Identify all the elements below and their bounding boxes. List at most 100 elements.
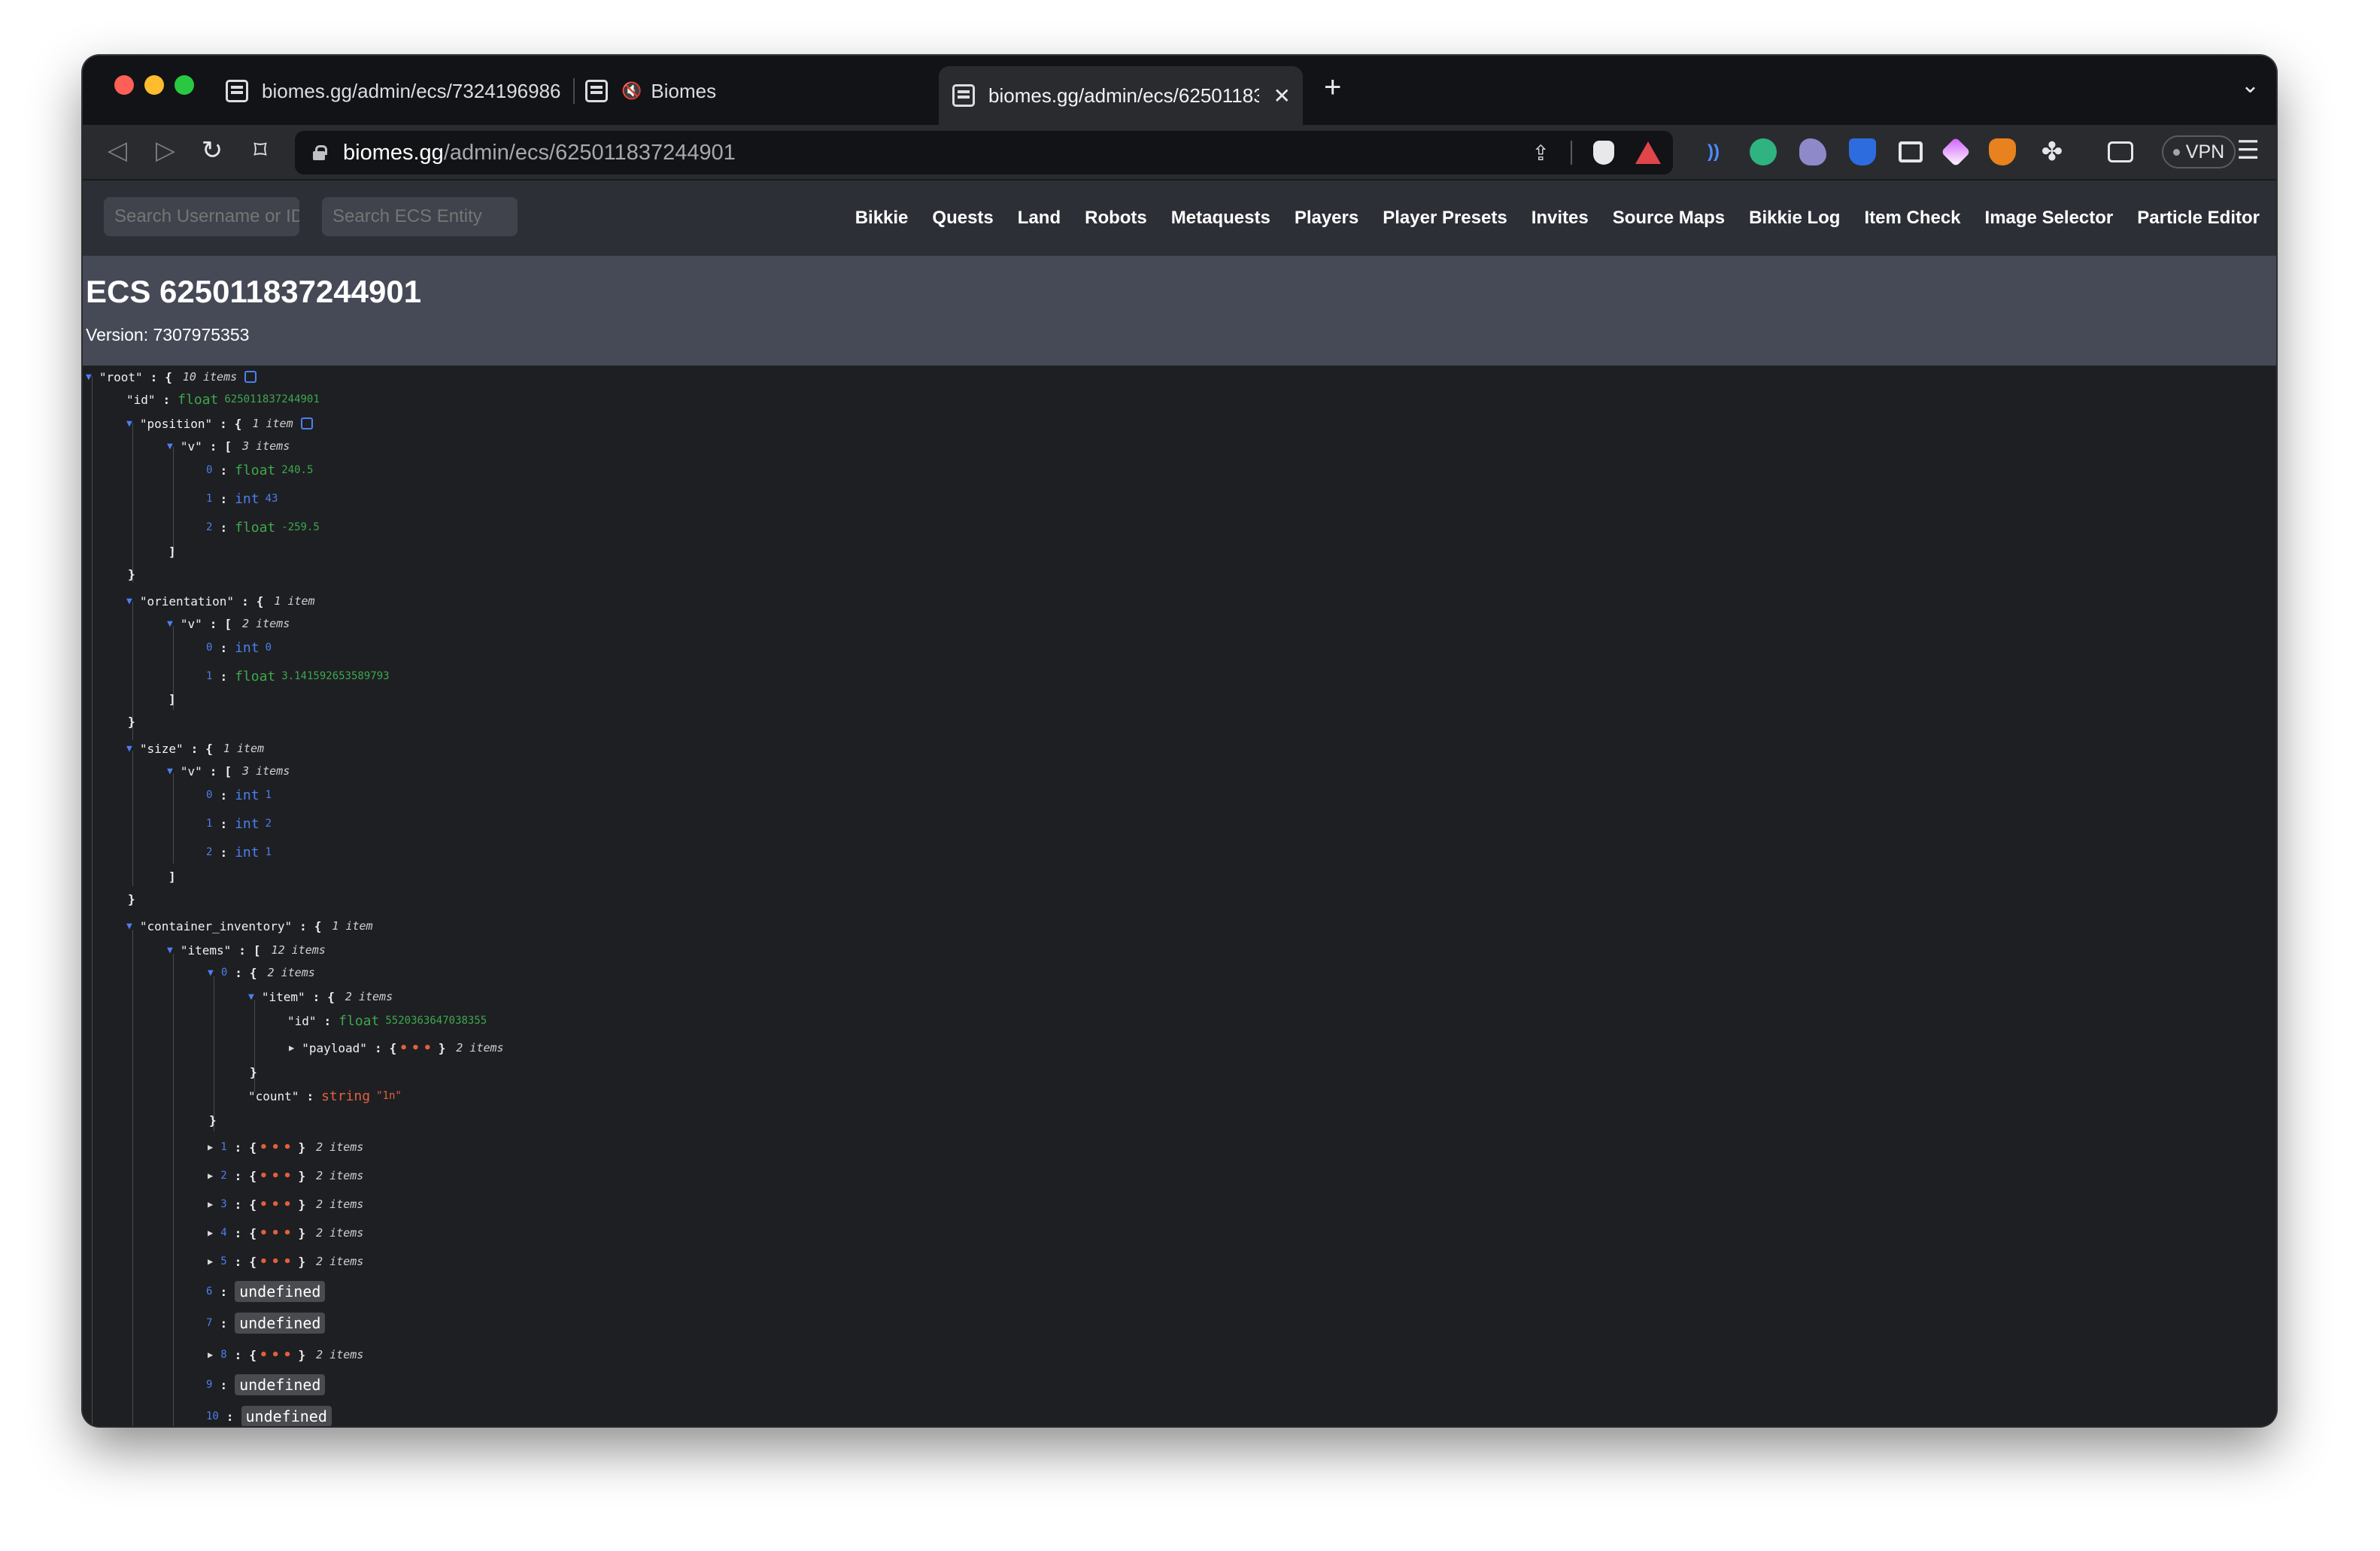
nav-quests[interactable]: Quests xyxy=(932,208,993,229)
gem-extension-icon[interactable] xyxy=(1941,137,1971,167)
ellipsis-icon[interactable]: ••• xyxy=(399,1040,436,1056)
vpn-button[interactable]: VPN xyxy=(2162,135,2236,168)
close-tab-icon[interactable]: ✕ xyxy=(1273,83,1291,108)
ellipsis-icon[interactable]: ••• xyxy=(260,1254,296,1270)
tree-value[interactable]: 240.5 xyxy=(281,464,313,476)
back-button[interactable]: ◁ xyxy=(101,135,134,165)
nav-bikkie-log[interactable]: Bikkie Log xyxy=(1749,208,1840,229)
tree-node-position[interactable]: ▼ "position" : { 1 item xyxy=(126,412,313,435)
tree-node-items[interactable]: ▼ "items" : [ 12 items xyxy=(167,939,326,961)
copy-icon[interactable] xyxy=(244,371,257,383)
close-window-button[interactable] xyxy=(114,75,134,95)
nav-invites[interactable]: Invites xyxy=(1532,208,1589,229)
expand-caret-icon[interactable]: ▼ xyxy=(167,945,173,956)
expand-caret-icon[interactable]: ▼ xyxy=(167,618,173,630)
tree-node-item-8[interactable]: ▶ 8 : { ••• } 2 items xyxy=(208,1343,363,1366)
tree-value[interactable]: 625011837244901 xyxy=(224,393,319,405)
expand-caret-icon[interactable]: ▼ xyxy=(248,991,254,1003)
brave-shields-icon[interactable] xyxy=(1593,141,1614,165)
nav-metaquests[interactable]: Metaquests xyxy=(1171,208,1270,229)
tree-value[interactable]: 3.141592653589793 xyxy=(281,670,389,682)
nav-player-presets[interactable]: Player Presets xyxy=(1383,208,1507,229)
ellipsis-icon[interactable]: ••• xyxy=(260,1168,296,1184)
minimize-window-button[interactable] xyxy=(144,75,164,95)
nav-source-maps[interactable]: Source Maps xyxy=(1613,208,1725,229)
tree-node-item-0-item[interactable]: ▼ "item" : { 2 items xyxy=(248,985,393,1008)
nav-item-check[interactable]: Item Check xyxy=(1864,208,1960,229)
tab-ecs-625011837244901[interactable]: biomes.gg/admin/ecs/625011837244901 ✕ xyxy=(939,66,1303,125)
ellipsis-icon[interactable]: ••• xyxy=(260,1197,296,1213)
tree-value[interactable]: 0 xyxy=(266,642,272,654)
bitwarden-icon[interactable] xyxy=(1849,138,1876,165)
tree-node-payload[interactable]: ▶ "payload" : { ••• } 2 items xyxy=(289,1037,504,1059)
maximize-window-button[interactable] xyxy=(175,75,194,95)
address-bar[interactable]: biomes.gg/admin/ecs/625011837244901 ⇪ xyxy=(295,131,1673,175)
tree-node-position-v[interactable]: ▼ "v" : [ 3 items xyxy=(167,435,290,457)
tree-node-size[interactable]: ▼ "size" : { 1 item xyxy=(126,737,264,760)
expand-caret-icon[interactable]: ▼ xyxy=(126,418,132,429)
metamask-icon[interactable] xyxy=(1989,138,2016,165)
ellipsis-icon[interactable]: ••• xyxy=(260,1225,296,1241)
expand-caret-icon[interactable]: ▼ xyxy=(167,766,173,777)
tree-node-container-inventory[interactable]: ▼ "container_inventory" : { 1 item xyxy=(126,915,373,937)
expand-caret-icon[interactable]: ▼ xyxy=(167,441,173,452)
tree-node-item-4[interactable]: ▶ 4 : { ••• } 2 items xyxy=(208,1222,363,1244)
tree-value[interactable]: 1 xyxy=(266,789,272,801)
forward-button[interactable]: ▷ xyxy=(149,135,182,165)
ellipsis-icon[interactable]: ••• xyxy=(260,1347,296,1363)
tree-value[interactable]: 2 xyxy=(266,818,272,830)
collapsed-caret-icon[interactable]: ▶ xyxy=(208,1256,213,1267)
window-extension-icon[interactable] xyxy=(1899,141,1923,162)
bookmark-button[interactable]: ⌑ xyxy=(244,135,277,165)
tree-node-item-1[interactable]: ▶ 1 : { ••• } 2 items xyxy=(208,1136,363,1158)
search-ecs-input[interactable] xyxy=(322,197,518,236)
new-tab-button[interactable]: + xyxy=(1324,71,1341,105)
nav-image-selector[interactable]: Image Selector xyxy=(1985,208,2114,229)
expand-caret-icon[interactable]: ▼ xyxy=(126,596,132,607)
collapsed-caret-icon[interactable]: ▶ xyxy=(208,1142,213,1152)
hamburger-menu-icon[interactable]: ☰ xyxy=(2237,135,2260,165)
search-username-input[interactable] xyxy=(104,197,299,236)
share-icon[interactable]: ⇪ xyxy=(1532,141,1550,165)
tree-node-item-0[interactable]: ▼ 0 : { 2 items xyxy=(208,961,315,984)
tree-node-orientation-v[interactable]: ▼ "v" : [ 2 items xyxy=(167,612,290,635)
nav-bikkie[interactable]: Bikkie xyxy=(855,208,909,229)
sync-extension-icon[interactable] xyxy=(1750,138,1777,165)
nav-robots[interactable]: Robots xyxy=(1085,208,1147,229)
collapsed-caret-icon[interactable]: ▶ xyxy=(289,1043,294,1053)
expand-caret-icon[interactable]: ▼ xyxy=(86,372,92,383)
tree-node-item-5[interactable]: ▶ 5 : { ••• } 2 items xyxy=(208,1250,363,1273)
expand-caret-icon[interactable]: ▼ xyxy=(126,743,132,754)
tree-value[interactable]: 1 xyxy=(266,846,272,858)
tree-node-item-2[interactable]: ▶ 2 : { ••• } 2 items xyxy=(208,1164,363,1187)
tree-node-root[interactable]: ▼ "root" : { 10 items xyxy=(86,366,257,388)
ellipsis-icon[interactable]: ••• xyxy=(260,1140,296,1155)
nav-players[interactable]: Players xyxy=(1295,208,1358,229)
tree-node-item-3[interactable]: ▶ 3 : { ••• } 2 items xyxy=(208,1193,363,1216)
expand-caret-icon[interactable]: ▼ xyxy=(208,967,214,979)
tree-node-orientation[interactable]: ▼ "orientation" : { 1 item xyxy=(126,590,315,612)
collapsed-caret-icon[interactable]: ▶ xyxy=(208,1199,213,1210)
tree-node-size-v[interactable]: ▼ "v" : [ 3 items xyxy=(167,760,290,782)
tree-value[interactable]: -259.5 xyxy=(281,521,320,533)
chevron-down-icon[interactable]: ⌄ xyxy=(2241,72,2260,99)
muted-speaker-icon[interactable]: 🔇 xyxy=(621,81,642,101)
sound-extension-icon[interactable]: )) xyxy=(1700,138,1727,165)
extensions-puzzle-icon[interactable]: ✤ xyxy=(2038,138,2066,166)
tree-array-item: 1 : int 43 xyxy=(206,487,278,510)
tab-biomes[interactable]: 🔇 Biomes xyxy=(585,65,976,117)
reload-button[interactable]: ↻ xyxy=(196,135,229,165)
tree-value[interactable]: 43 xyxy=(266,493,278,505)
brave-rewards-icon[interactable] xyxy=(1635,141,1661,164)
copy-icon[interactable] xyxy=(300,417,313,429)
ghost-extension-icon[interactable] xyxy=(1799,138,1826,165)
wallet-icon[interactable] xyxy=(2108,141,2133,162)
expand-caret-icon[interactable]: ▼ xyxy=(126,921,132,932)
collapsed-caret-icon[interactable]: ▶ xyxy=(208,1170,213,1181)
nav-particle-editor[interactable]: Particle Editor xyxy=(2137,208,2260,229)
tree-value[interactable]: 5520363647038355 xyxy=(385,1015,487,1027)
collapsed-caret-icon[interactable]: ▶ xyxy=(208,1349,213,1360)
nav-land[interactable]: Land xyxy=(1018,208,1061,229)
tree-value[interactable]: "1n" xyxy=(376,1090,402,1102)
collapsed-caret-icon[interactable]: ▶ xyxy=(208,1228,213,1238)
